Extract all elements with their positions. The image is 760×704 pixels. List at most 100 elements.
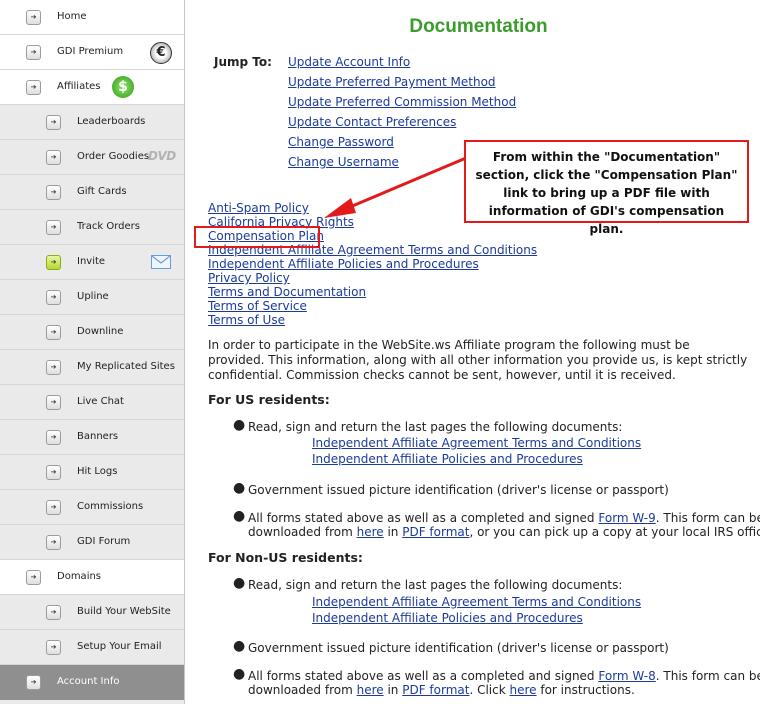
us-forms-text-in: in (383, 525, 403, 539)
sidebar-item-setup-your-email[interactable]: ➔ Setup Your Email (0, 630, 184, 665)
sidebar-item-label: Live Chat (77, 396, 124, 407)
arrow-right-icon: ➔ (46, 640, 61, 655)
nonus-forms-text-c: downloaded from (248, 683, 357, 697)
arrow-right-icon: ➔ (46, 395, 61, 410)
nonus-link-affiliate-agreement[interactable]: Independent Affiliate Agreement Terms an… (312, 595, 641, 609)
compensation-plan-highlight-box (194, 226, 320, 248)
sidebar-item-my-replicated-sites[interactable]: ➔ My Replicated Sites (0, 350, 184, 385)
nonus-forms-text-in: in (383, 683, 403, 697)
arrow-right-icon: ➔ (46, 465, 61, 480)
gdi-coin-icon: € (150, 42, 172, 64)
sidebar-item-live-chat[interactable]: ➔ Live Chat (0, 385, 184, 420)
sidebar-item-commissions[interactable]: ➔ Commissions (0, 490, 184, 525)
link-terms-and-documentation[interactable]: Terms and Documentation (208, 285, 366, 299)
sidebar-item-label: My Replicated Sites (77, 361, 175, 372)
sidebar-item-hit-logs[interactable]: ➔ Hit Logs (0, 455, 184, 490)
us-link-here[interactable]: here (357, 525, 384, 539)
sidebar-item-build-your-website[interactable]: ➔ Build Your WebSite (0, 595, 184, 630)
sidebar-item-label: Setup Your Email (77, 641, 162, 652)
arrow-right-icon: ➔ (46, 290, 61, 305)
jump-link-update-commission-method[interactable]: Update Preferred Commission Method (288, 95, 516, 109)
bullet-dot: ● (233, 417, 246, 433)
jump-link-update-payment-method[interactable]: Update Preferred Payment Method (288, 75, 496, 89)
bullet-dot: ● (233, 508, 246, 524)
nonus-link-pdf-format[interactable]: PDF format (402, 683, 469, 697)
jump-link-update-contact-preferences[interactable]: Update Contact Preferences (288, 115, 456, 129)
us-forms-text-a: All forms stated above as well as a comp… (248, 511, 599, 525)
link-affiliate-policies[interactable]: Independent Affiliate Policies and Proce… (208, 257, 479, 271)
callout-line-1: From within the "Documentation" (492, 150, 721, 164)
sidebar-item-upline[interactable]: ➔ Upline (0, 280, 184, 315)
jump-link-change-username[interactable]: Change Username (288, 155, 399, 169)
arrow-right-icon: ➔ (46, 360, 61, 375)
nonus-link-affiliate-policies[interactable]: Independent Affiliate Policies and Proce… (312, 611, 583, 625)
annotation-callout: From within the "Documentation" section,… (464, 140, 749, 236)
arrow-right-icon: ➔ (26, 80, 41, 95)
us-link-pdf-format[interactable]: PDF format (402, 525, 469, 539)
nonus-residents-heading: For Non-US residents: (208, 550, 363, 565)
nonus-link-form-w8[interactable]: Form W-8 (598, 669, 655, 683)
sidebar-item-domains[interactable]: ➔ Domains (0, 560, 184, 595)
sidebar-item-label: GDI Forum (77, 536, 131, 547)
nonus-link-here[interactable]: here (357, 683, 384, 697)
arrow-right-icon: ➔ (46, 220, 61, 235)
sidebar-item-track-orders[interactable]: ➔ Track Orders (0, 210, 184, 245)
us-bullet-photo-id: Government issued picture identification… (248, 483, 669, 497)
sidebar-item-gdi-premium[interactable]: ➔ GDI Premium € (0, 35, 184, 70)
us-bullet-forms-line2: downloaded from here in PDF format, or y… (248, 525, 760, 540)
sidebar-item-invite[interactable]: ➔ Invite (0, 245, 184, 280)
sidebar-item-gift-cards[interactable]: ➔ Gift Cards (0, 175, 184, 210)
us-link-affiliate-agreement[interactable]: Independent Affiliate Agreement Terms an… (312, 436, 641, 450)
sidebar-item-leaderboards[interactable]: ➔ Leaderboards (0, 105, 184, 140)
link-terms-of-use[interactable]: Terms of Use (208, 313, 285, 327)
arrow-right-icon: ➔ (26, 45, 41, 60)
sidebar-item-label: Affiliates (57, 81, 101, 92)
us-forms-text-b: . This form can be (655, 511, 760, 525)
sidebar-item-label: Upline (77, 291, 109, 302)
dollar-icon: $ (112, 76, 134, 98)
nonus-bullet-forms: All forms stated above as well as a comp… (248, 669, 760, 684)
nonus-forms-text-a: All forms stated above as well as a comp… (248, 669, 599, 683)
mail-icon (151, 255, 171, 269)
nonus-bullet-forms-line2: downloaded from here in PDF format. Clic… (248, 683, 635, 698)
nonus-bullet-sign-docs: Read, sign and return the last pages the… (248, 578, 623, 592)
callout-line-3: link to bring up a PDF file with (503, 186, 710, 200)
sidebar-item-label: Banners (77, 431, 119, 442)
sidebar-item-label: Track Orders (77, 221, 140, 232)
sidebar-item-label: Commissions (77, 501, 144, 512)
arrow-right-icon: ➔ (26, 10, 41, 25)
arrow-right-icon: ➔ (46, 150, 61, 165)
sidebar-item-downline[interactable]: ➔ Downline (0, 315, 184, 350)
sidebar-item-affiliates[interactable]: ➔ Affiliates $ (0, 70, 184, 105)
us-bullet-forms: All forms stated above as well as a comp… (248, 511, 760, 526)
us-link-form-w9[interactable]: Form W-9 (598, 511, 655, 525)
link-anti-spam-policy[interactable]: Anti-Spam Policy (208, 201, 309, 215)
link-privacy-policy[interactable]: Privacy Policy (208, 271, 290, 285)
nonus-forms-text-d: . Click (469, 683, 510, 697)
us-link-affiliate-policies[interactable]: Independent Affiliate Policies and Proce… (312, 452, 583, 466)
documentation-page: Documentation Jump To: Update Account In… (197, 0, 760, 704)
nonus-link-here-instructions[interactable]: here (510, 683, 537, 697)
link-terms-of-service[interactable]: Terms of Service (208, 299, 307, 313)
sidebar-item-gdi-forum[interactable]: ➔ GDI Forum (0, 525, 184, 560)
sidebar-item-banners[interactable]: ➔ Banners (0, 420, 184, 455)
callout-line-4: information of GDI's compensation plan. (488, 204, 725, 236)
nonus-forms-text-b: . This form can be (655, 669, 760, 683)
arrow-right-icon: ➔ (46, 430, 61, 445)
sidebar-item-order-goodies[interactable]: ➔ Order Goodies DVD (0, 140, 184, 175)
arrow-right-icon: ➔ (26, 570, 41, 585)
jump-link-update-account-info[interactable]: Update Account Info (288, 55, 410, 69)
sidebar-item-label: Domains (57, 571, 102, 582)
jump-link-change-password[interactable]: Change Password (288, 135, 394, 149)
sidebar-item-label: Hit Logs (77, 466, 118, 477)
sidebar-item-account-info[interactable]: ➔ Account Info (0, 665, 184, 700)
arrow-right-icon: ➔ (26, 675, 41, 690)
nonus-bullet-photo-id: Government issued picture identification… (248, 641, 669, 655)
sidebar-item-label: GDI Premium (57, 46, 124, 57)
sidebar-item-label: Downline (77, 326, 124, 337)
us-forms-text-c: downloaded from (248, 525, 357, 539)
sidebar-item-home[interactable]: ➔ Home (0, 0, 184, 35)
nonus-forms-text-e: for instructions. (536, 683, 635, 697)
sidebar-item-label: Invite (77, 256, 106, 267)
arrow-right-icon: ➔ (46, 500, 61, 515)
